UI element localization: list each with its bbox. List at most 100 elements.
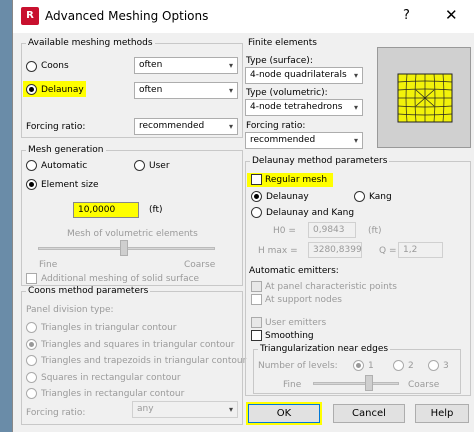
support-nodes-checkbox[interactable]: [251, 294, 262, 305]
h0-input[interactable]: 0,9843: [308, 222, 356, 238]
finite-elements-legend: Finite elements: [248, 38, 317, 48]
chevron-down-icon: ▾: [353, 103, 358, 112]
mesh-preview-image: [397, 73, 453, 123]
smoothing-label: Smoothing: [265, 331, 314, 341]
level-3-label: 3: [443, 361, 449, 371]
mesh-generation-legend: Mesh generation: [28, 145, 104, 155]
coons-option-label: Squares in rectangular contour: [41, 373, 181, 383]
chevron-down-icon: ▾: [353, 71, 358, 80]
coons-option-label: Triangles and squares in triangular cont…: [41, 340, 235, 350]
regular-mesh-label: Regular mesh: [265, 175, 328, 185]
hmax-label: H max =: [258, 246, 298, 256]
edge-fine-label: Fine: [283, 380, 302, 390]
delaunay-kang-radio[interactable]: [251, 207, 262, 218]
element-size-radio[interactable]: [26, 179, 37, 190]
coons-option-radio[interactable]: [26, 355, 37, 366]
hmax-input[interactable]: 3280,8399: [308, 242, 362, 258]
coons-params-legend: Coons method parameters: [28, 286, 149, 296]
edge-slider-thumb[interactable]: [365, 375, 373, 391]
volumetric-type-value: 4-node tetrahedrons: [250, 102, 343, 112]
coons-forcing-value: any: [137, 404, 154, 414]
coons-frequency-select[interactable]: often ▾: [134, 57, 238, 74]
additional-meshing-label: Additional meshing of solid surface: [41, 274, 200, 284]
delaunay-label: Delaunay: [41, 85, 84, 95]
level-2-radio[interactable]: [393, 360, 404, 371]
coons-option-label: Triangles in rectangular contour: [41, 389, 185, 399]
panel-points-checkbox[interactable]: [251, 281, 262, 292]
coons-option-radio[interactable]: [26, 322, 37, 333]
delaunay-frequency-value: often: [139, 85, 163, 95]
title-bar: R Advanced Meshing Options ? ✕: [13, 0, 474, 33]
h0-unit: (ft): [368, 226, 382, 236]
surface-type-select[interactable]: 4-node quadrilaterals ▾: [245, 67, 363, 84]
automatic-emitters-label: Automatic emitters:: [249, 266, 339, 276]
coons-option-label: Triangles in triangular contour: [41, 323, 177, 333]
volumetric-fine-label: Fine: [39, 260, 58, 270]
q-input[interactable]: 1,2: [398, 242, 443, 258]
available-forcing-select[interactable]: recommended ▾: [134, 118, 238, 135]
available-methods-legend: Available meshing methods: [28, 38, 153, 48]
edge-slider-track: [313, 382, 399, 385]
kang-radio[interactable]: [354, 191, 365, 202]
help-button[interactable]: Help: [415, 404, 469, 423]
finite-forcing-label: Forcing ratio:: [246, 121, 306, 131]
delaunay-params-legend: Delaunay method parameters: [252, 156, 388, 166]
coons-option-radio[interactable]: [26, 372, 37, 383]
coons-option-label: Triangles and trapezoids in triangular c…: [41, 356, 247, 366]
cancel-button[interactable]: Cancel: [333, 404, 405, 423]
delaunay-method-label: Delaunay: [266, 192, 309, 202]
coons-forcing-label: Forcing ratio:: [26, 408, 86, 418]
ok-button[interactable]: OK: [248, 404, 320, 423]
level-3-radio[interactable]: [428, 360, 439, 371]
mesh-preview: [377, 47, 471, 148]
chevron-down-icon: ▾: [228, 405, 233, 414]
chevron-down-icon: ▾: [228, 122, 233, 131]
level-2-label: 2: [408, 361, 414, 371]
regular-mesh-checkbox[interactable]: [251, 174, 262, 185]
advanced-meshing-dialog: R Advanced Meshing Options ? ✕ Available…: [12, 0, 474, 432]
additional-meshing-checkbox[interactable]: [26, 273, 37, 284]
dialog-title: Advanced Meshing Options: [45, 9, 209, 23]
coons-frequency-value: often: [139, 60, 163, 70]
finite-forcing-select[interactable]: recommended ▾: [245, 132, 363, 149]
volumetric-slider-thumb[interactable]: [120, 240, 128, 256]
delaunay-radio[interactable]: [26, 84, 37, 95]
coons-option-radio[interactable]: [26, 339, 37, 350]
triangularization-legend: Triangularization near edges: [260, 344, 389, 354]
close-icon[interactable]: ✕: [445, 6, 458, 24]
available-forcing-label: Forcing ratio:: [26, 122, 86, 132]
coons-forcing-select[interactable]: any ▾: [132, 401, 238, 418]
element-size-input[interactable]: 10,0000: [73, 202, 139, 218]
volumetric-mesh-label: Mesh of volumetric elements: [67, 229, 198, 239]
levels-label: Number of levels:: [258, 361, 338, 371]
smoothing-checkbox[interactable]: [251, 330, 262, 341]
surface-type-label: Type (surface):: [246, 56, 313, 66]
h0-label: H0 =: [273, 226, 296, 236]
robot-app-icon: R: [21, 7, 39, 25]
panel-points-label: At panel characteristic points: [265, 282, 397, 292]
chevron-down-icon: ▾: [228, 61, 233, 70]
delaunay-frequency-select[interactable]: often ▾: [134, 82, 238, 99]
delaunay-kang-label: Delaunay and Kang: [266, 208, 355, 218]
coons-radio[interactable]: [26, 61, 37, 72]
element-size-label: Element size: [41, 180, 99, 190]
surface-type-value: 4-node quadrilaterals: [250, 70, 347, 80]
kang-label: Kang: [369, 192, 392, 202]
automatic-radio[interactable]: [26, 160, 37, 171]
chevron-down-icon: ▾: [353, 136, 358, 145]
coons-label: Coons: [41, 61, 69, 71]
level-1-radio[interactable]: [353, 360, 364, 371]
automatic-label: Automatic: [41, 161, 88, 171]
user-label: User: [149, 161, 170, 171]
q-label: Q =: [379, 246, 397, 256]
user-radio[interactable]: [134, 160, 145, 171]
volumetric-type-select[interactable]: 4-node tetrahedrons ▾: [245, 99, 363, 116]
user-emitters-checkbox[interactable]: [251, 317, 262, 328]
help-question-icon[interactable]: ?: [403, 8, 410, 23]
user-emitters-label: User emitters: [265, 318, 327, 328]
delaunay-method-radio[interactable]: [251, 191, 262, 202]
volumetric-coarse-label: Coarse: [184, 260, 216, 270]
panel-division-label: Panel division type:: [26, 305, 114, 315]
chevron-down-icon: ▾: [228, 86, 233, 95]
coons-option-radio[interactable]: [26, 388, 37, 399]
